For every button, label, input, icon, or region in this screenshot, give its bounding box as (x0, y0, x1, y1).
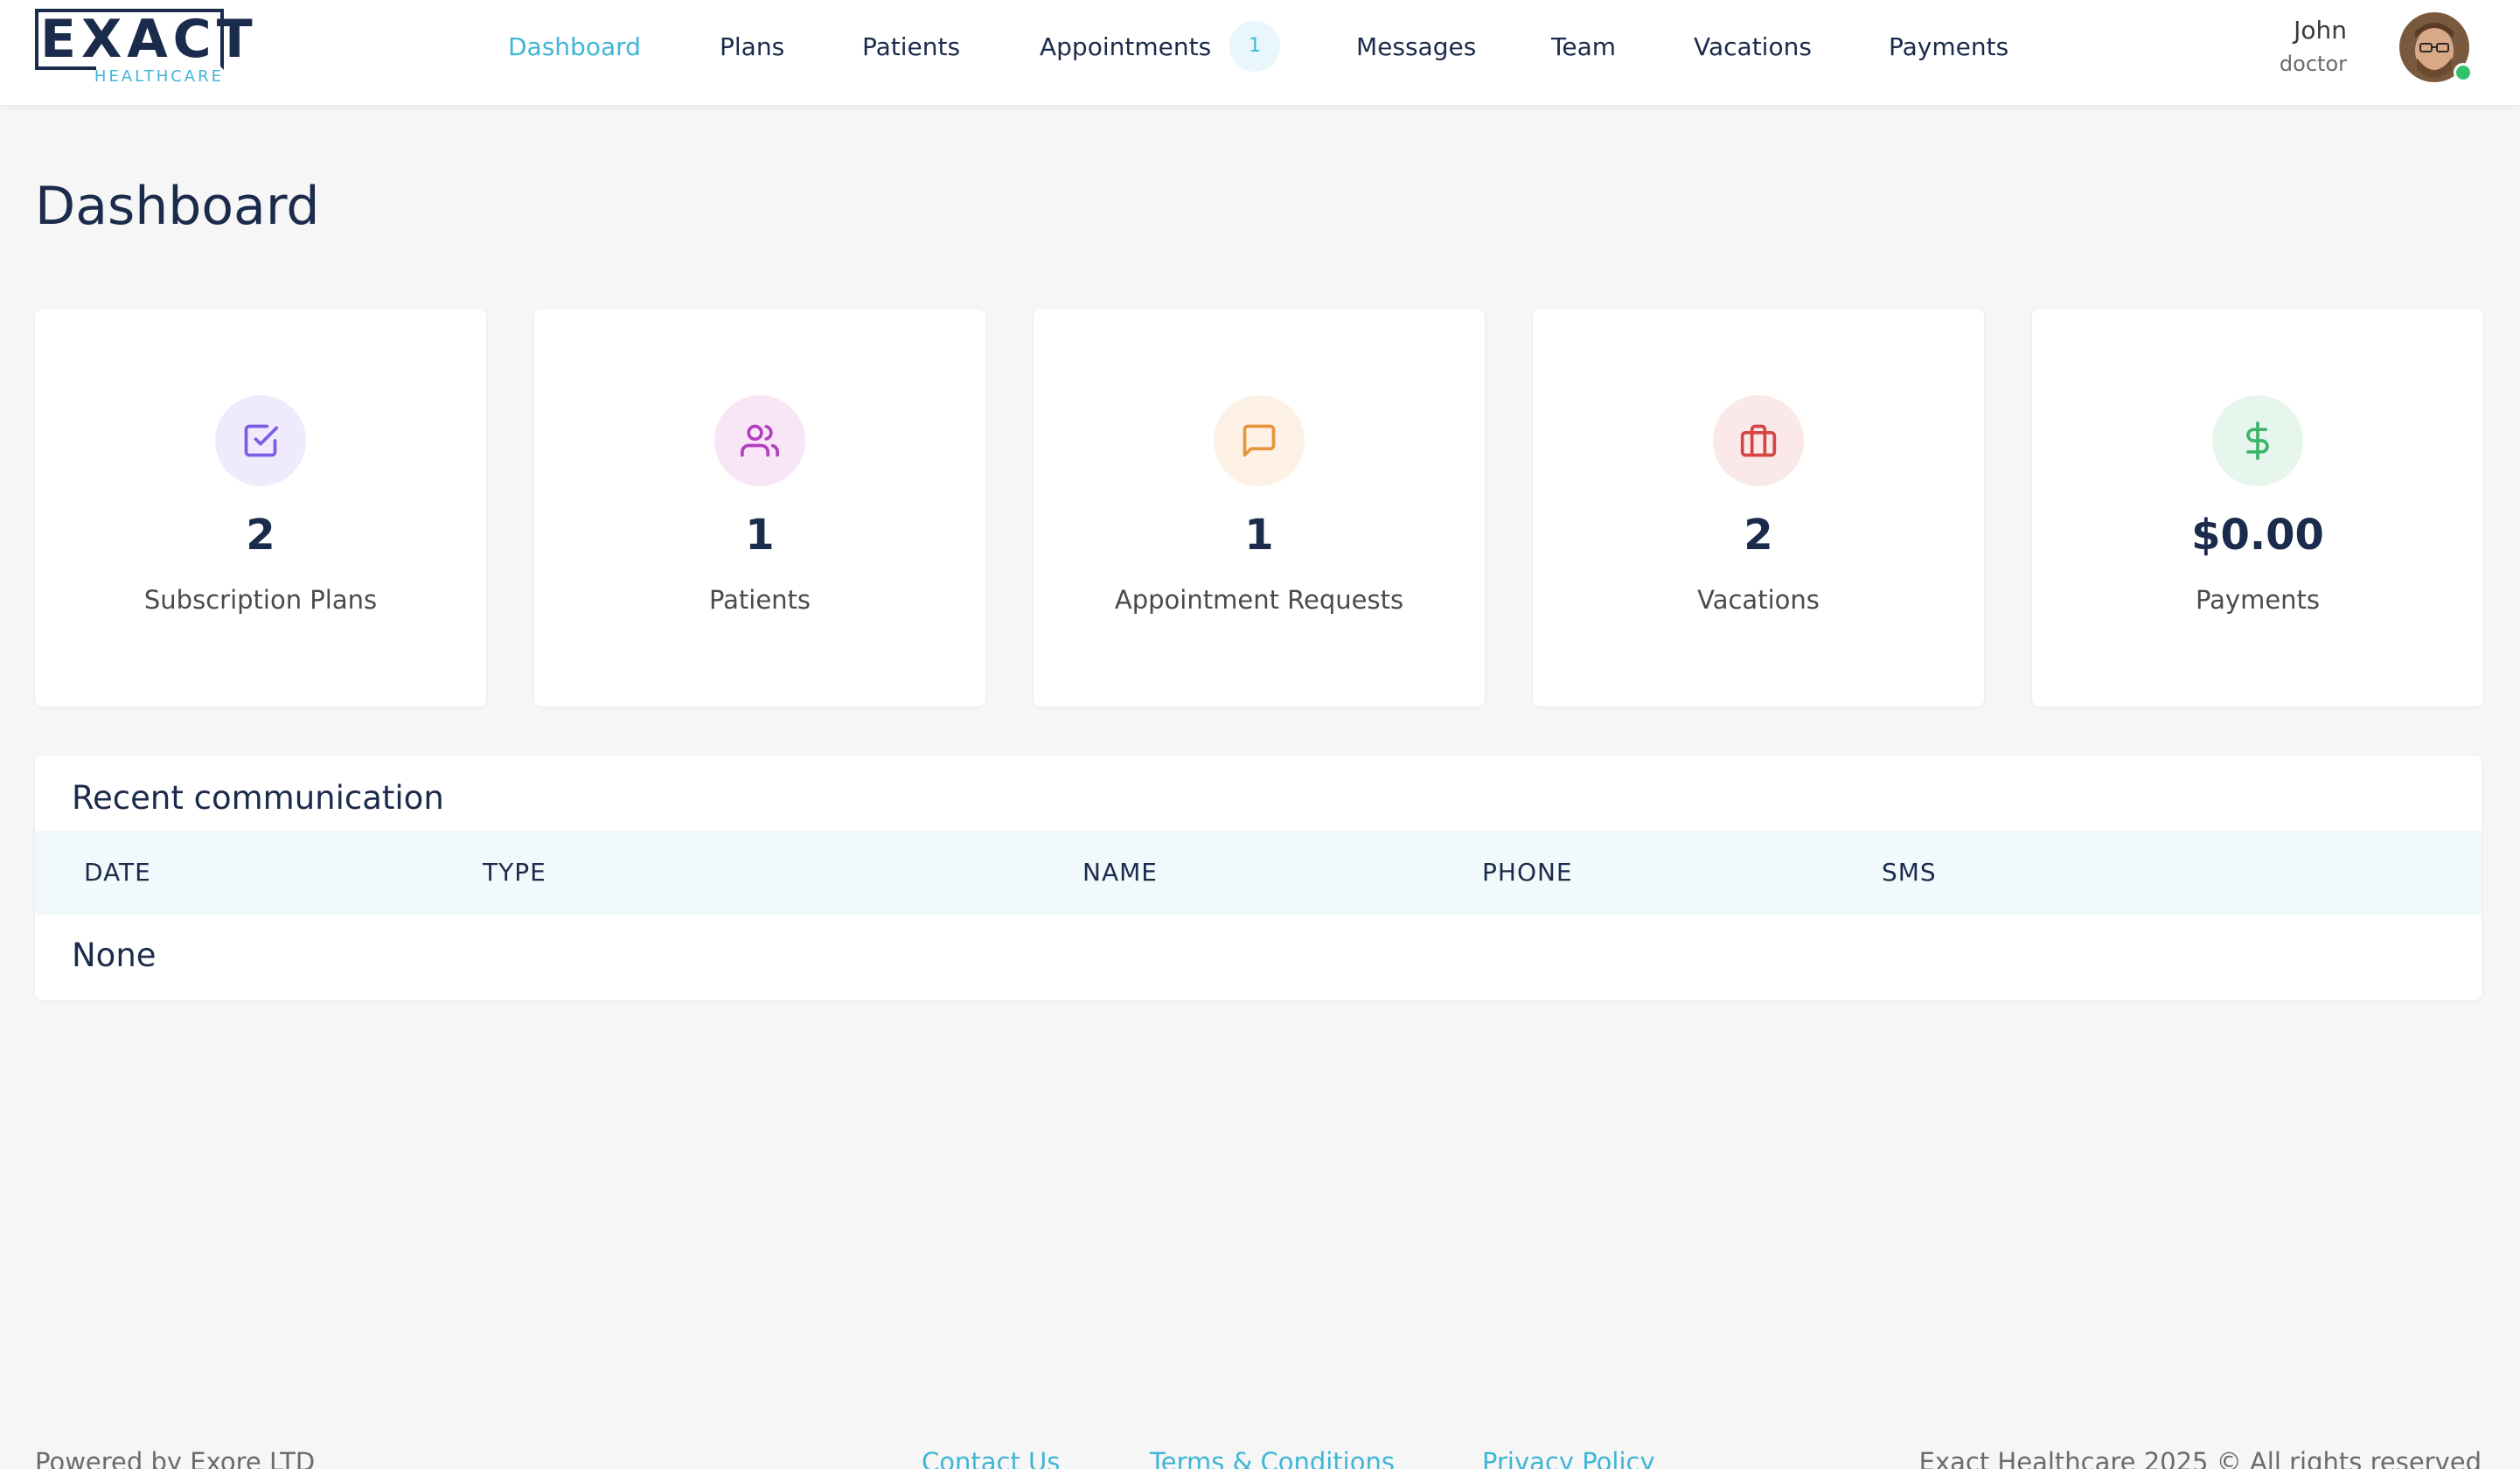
card-label: Appointment Requests (1114, 585, 1404, 615)
empty-state-text: None (72, 936, 157, 974)
dollar-sign-icon (2212, 395, 2303, 486)
panel-title: Recent communication (72, 779, 444, 817)
nav-dashboard[interactable]: Dashboard (508, 31, 641, 63)
card-value: 2 (246, 511, 275, 560)
check-square-icon (215, 395, 306, 486)
nav-patients[interactable]: Patients (862, 31, 960, 63)
copyright-text: Exact Healthcare 2025 © All rights reser… (1918, 1447, 2482, 1469)
table-header: DATE TYPE NAME PHONE SMS (35, 831, 2482, 915)
nav-plans[interactable]: Plans (720, 31, 784, 63)
stat-card-patients[interactable]: 1 Patients (534, 310, 985, 707)
card-value: $0.00 (2191, 511, 2324, 560)
top-navbar: EXACT HEALTHCARE Dashboard Plans Patient… (0, 0, 2520, 105)
stat-card-payments[interactable]: $0.00 Payments (2032, 310, 2483, 707)
nav-vacations[interactable]: Vacations (1694, 31, 1812, 63)
nav-appointments[interactable]: Appointments (1040, 31, 1211, 63)
users-icon (714, 395, 805, 486)
column-header-name[interactable]: NAME (1082, 857, 1158, 888)
recent-communication-panel: Recent communication DATE TYPE NAME PHON… (35, 755, 2482, 1000)
footer-link-contact-us[interactable]: Contact Us (922, 1445, 1060, 1469)
column-header-date[interactable]: DATE (84, 857, 151, 888)
card-value: 2 (1744, 511, 1773, 560)
user-name[interactable]: John (2294, 16, 2347, 45)
card-label: Vacations (1697, 585, 1820, 615)
card-label: Patients (708, 585, 811, 615)
card-value: 1 (1244, 511, 1274, 560)
column-header-sms[interactable]: SMS (1882, 857, 1937, 888)
powered-by-text: Powered by Exore LTD (35, 1447, 316, 1469)
card-label: Subscription Plans (143, 585, 378, 615)
main-nav: Dashboard Plans Patients Appointments 1 … (0, 0, 2520, 94)
footer-link-privacy-policy[interactable]: Privacy Policy (1482, 1445, 1655, 1469)
stat-card-vacations[interactable]: 2 Vacations (1533, 310, 1984, 707)
card-label: Payments (2195, 585, 2321, 615)
column-header-type[interactable]: TYPE (483, 857, 546, 888)
page-title: Dashboard (35, 176, 320, 237)
briefcase-icon (1713, 395, 1804, 486)
user-role: doctor (2279, 52, 2347, 76)
stat-card-subscription-plans[interactable]: 2 Subscription Plans (35, 310, 486, 707)
column-header-phone[interactable]: PHONE (1482, 857, 1573, 888)
nav-payments[interactable]: Payments (1889, 31, 2008, 63)
card-value: 1 (745, 511, 775, 560)
appointments-count-badge: 1 (1229, 21, 1280, 72)
nav-messages[interactable]: Messages (1356, 31, 1476, 63)
footer-link-terms[interactable]: Terms & Conditions (1150, 1445, 1395, 1469)
nav-team[interactable]: Team (1551, 31, 1616, 63)
message-square-icon (1214, 395, 1305, 486)
online-status-dot (2454, 63, 2473, 82)
stat-card-appointment-requests[interactable]: 1 Appointment Requests (1034, 310, 1485, 707)
